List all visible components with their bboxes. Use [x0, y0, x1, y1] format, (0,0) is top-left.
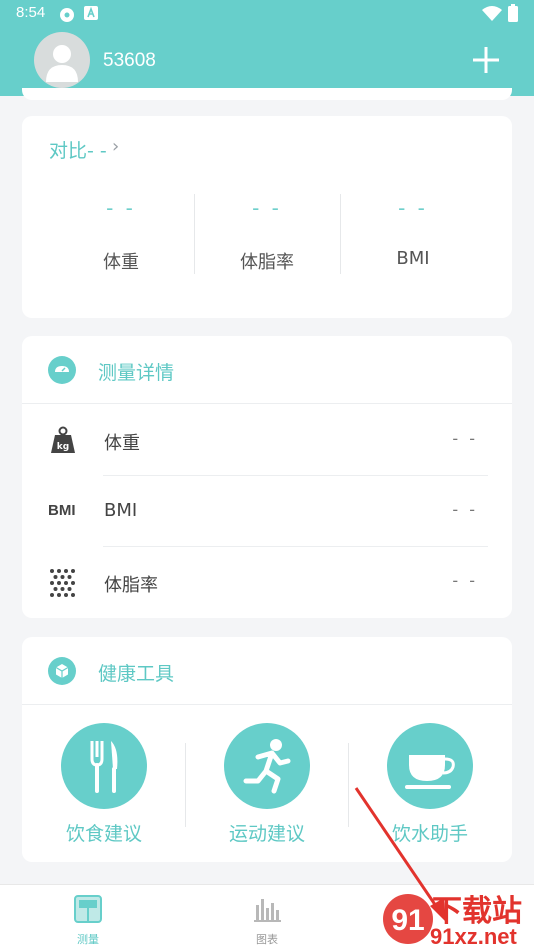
details-header: 测量详情 [22, 336, 512, 404]
compare-stat-bodyfat: - - 体脂率 [194, 196, 340, 274]
detail-value: - - [452, 429, 478, 448]
tool-circle [224, 723, 310, 809]
plus-icon[interactable] [470, 44, 502, 76]
avatar[interactable] [34, 32, 90, 88]
scale-icon [74, 895, 102, 923]
detail-value: - - [452, 571, 478, 590]
cube-icon [48, 657, 76, 685]
stat-value: - - [106, 196, 136, 220]
a-status-icon [84, 6, 98, 20]
watermark-badge-icon: 91 [383, 894, 433, 944]
battery-icon [508, 4, 518, 22]
bmi-icon: BMI [48, 502, 76, 519]
compare-stat-bmi: - - BMI [340, 196, 486, 269]
tool-label: 饮水助手 [391, 823, 468, 845]
tool-label: 饮食建议 [65, 823, 142, 845]
details-card: 测量详情 kg 体重 - - BMI BMI - - 体脂率 - - [22, 336, 512, 618]
detail-row-bmi[interactable]: BMI BMI - - [22, 476, 512, 547]
wifi-icon [482, 6, 502, 21]
detail-label: BMI [104, 500, 138, 521]
compare-title[interactable]: 对比- - [49, 136, 107, 163]
tab-measure[interactable]: 测量 [48, 895, 128, 947]
status-bar: 8:54 [0, 0, 534, 28]
tool-label: 运动建议 [228, 823, 305, 845]
detail-label: 体重 [104, 433, 140, 454]
chevron-right-icon[interactable]: › [112, 136, 119, 157]
stat-label: BMI [396, 248, 430, 269]
tool-water-assistant[interactable]: 饮水助手 [355, 723, 505, 846]
stat-value: - - [252, 196, 282, 220]
watermark-bottom: 91xz.net [430, 924, 517, 949]
detail-label: 体脂率 [104, 575, 158, 596]
coffee-cup-icon [405, 755, 455, 789]
scale-icon [48, 356, 76, 384]
compare-card: 对比- - › - - 体重 - - 体脂率 - - BMI [22, 116, 512, 318]
stat-label: 体重 [103, 252, 139, 273]
tab-label: 图表 [256, 933, 278, 946]
status-time: 8:54 [16, 4, 46, 21]
tools-title: 健康工具 [98, 663, 175, 685]
details-title: 测量详情 [98, 362, 175, 384]
tab-chart[interactable]: 图表 [227, 895, 307, 947]
tool-exercise-advice[interactable]: 运动建议 [192, 723, 342, 846]
tool-diet-advice[interactable]: 饮食建议 [29, 723, 179, 846]
compare-stat-weight: - - 体重 [48, 196, 194, 274]
fork-knife-icon [90, 741, 118, 793]
tab-label: 测量 [77, 933, 99, 946]
tool-circle [387, 723, 473, 809]
previous-card-edge [22, 88, 512, 100]
user-avatar-icon [46, 45, 78, 82]
watermark-logo: 91 下载站 91xz.net [382, 886, 534, 950]
svg-text:91: 91 [391, 904, 424, 937]
dots-grid-icon [50, 569, 75, 597]
stat-label: 体脂率 [240, 252, 294, 273]
username: 53608 [103, 50, 156, 71]
stat-value: - - [398, 196, 428, 220]
detail-row-bodyfat[interactable]: 体脂率 - - [22, 547, 512, 618]
detail-row-weight[interactable]: kg 体重 - - [22, 405, 512, 476]
settings-status-icon [60, 8, 74, 22]
divider [185, 743, 186, 827]
divider [348, 743, 349, 827]
svg-text:kg: kg [57, 442, 69, 452]
tools-header: 健康工具 [22, 637, 512, 705]
running-icon [243, 739, 291, 794]
kg-weight-icon: kg [51, 426, 75, 453]
detail-value: - - [452, 500, 478, 519]
tools-card: 健康工具 饮食建议 运动建议 饮水助手 [22, 637, 512, 862]
bar-chart-icon [254, 899, 281, 922]
tool-circle [61, 723, 147, 809]
app-header: 53608 [0, 28, 534, 96]
